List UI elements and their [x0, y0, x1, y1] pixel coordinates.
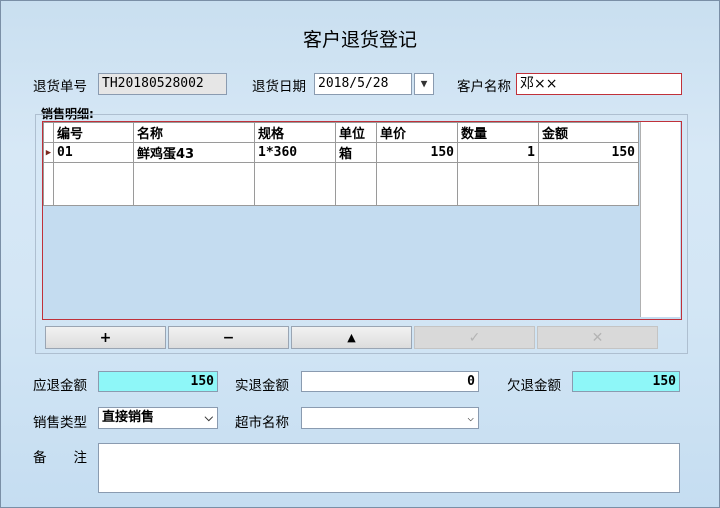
return-date-field[interactable]: 2018/5/28 [314, 73, 412, 95]
chevron-down-icon: ▼ [420, 77, 428, 90]
due-refund-field[interactable]: 150 [98, 371, 218, 392]
table-row[interactable]: ▶ 01 鲜鸡蛋43 1*360 箱 150 1 150 [43, 142, 639, 163]
row-indicator-header [43, 122, 54, 143]
chevron-down-icon[interactable]: ⌵ [467, 408, 474, 428]
page-title: 客户退货登记 [302, 29, 417, 51]
chevron-down-icon[interactable]: ⌵ [205, 408, 213, 428]
add-row-button[interactable]: + [45, 326, 166, 349]
cell-qty[interactable]: 1 [457, 142, 539, 163]
market-label: 超市名称 [235, 415, 289, 431]
actual-refund-label: 实退金额 [235, 378, 289, 394]
detail-toolbar: + − ▲ ✓ ✕ [45, 326, 660, 349]
date-dropdown-button[interactable]: ▼ [414, 73, 434, 95]
detail-table: 编号 名称 规格 单位 单价 数量 金额 ▶ 01 鲜鸡蛋43 1*360 箱 … [43, 122, 639, 206]
column-header-unit[interactable]: 单位 [335, 122, 377, 143]
customer-label: 客户名称 [457, 79, 511, 95]
confirm-button[interactable]: ✓ [414, 326, 535, 349]
column-header-name[interactable]: 名称 [133, 122, 255, 143]
cell-spec[interactable]: 1*360 [254, 142, 336, 163]
sale-type-value: 直接销售 [102, 410, 155, 425]
column-header-qty[interactable]: 数量 [457, 122, 539, 143]
owed-refund-field[interactable]: 150 [572, 371, 680, 392]
remark-label: 备 注 [33, 450, 87, 466]
market-select[interactable]: ⌵ [301, 407, 479, 429]
grid-blank-area [640, 122, 680, 317]
cell-price[interactable]: 150 [376, 142, 458, 163]
return-no-label: 退货单号 [33, 79, 87, 95]
cell-unit[interactable]: 箱 [335, 142, 377, 163]
cell-name[interactable]: 鲜鸡蛋43 [133, 142, 255, 163]
cancel-button[interactable]: ✕ [537, 326, 658, 349]
sale-type-select[interactable]: 直接销售 ⌵ [98, 407, 218, 429]
triangle-right-icon: ▶ [43, 142, 54, 163]
cell-amount[interactable]: 150 [538, 142, 639, 163]
due-refund-label: 应退金额 [33, 378, 87, 394]
sales-detail-grid[interactable]: 编号 名称 规格 单位 单价 数量 金额 ▶ 01 鲜鸡蛋43 1*360 箱 … [42, 121, 682, 320]
column-header-price[interactable]: 单价 [376, 122, 458, 143]
cell-no[interactable]: 01 [53, 142, 134, 163]
table-header-row: 编号 名称 规格 单位 单价 数量 金额 [43, 122, 639, 143]
return-date-label: 退货日期 [252, 79, 306, 95]
return-no-field[interactable]: TH20180528002 [98, 73, 227, 95]
customer-name-field[interactable]: 邓×× [516, 73, 682, 95]
column-header-amount[interactable]: 金额 [538, 122, 639, 143]
return-registration-window: 客户退货登记 退货单号 TH20180528002 退货日期 2018/5/28… [0, 0, 720, 508]
new-row[interactable] [43, 162, 639, 206]
owed-refund-label: 欠退金额 [507, 378, 561, 394]
move-up-button[interactable]: ▲ [291, 326, 412, 349]
actual-refund-field[interactable]: 0 [301, 371, 479, 392]
remark-textarea[interactable] [98, 443, 680, 493]
sale-type-label: 销售类型 [33, 415, 87, 431]
column-header-no[interactable]: 编号 [53, 122, 134, 143]
column-header-spec[interactable]: 规格 [254, 122, 336, 143]
remove-row-button[interactable]: − [168, 326, 289, 349]
